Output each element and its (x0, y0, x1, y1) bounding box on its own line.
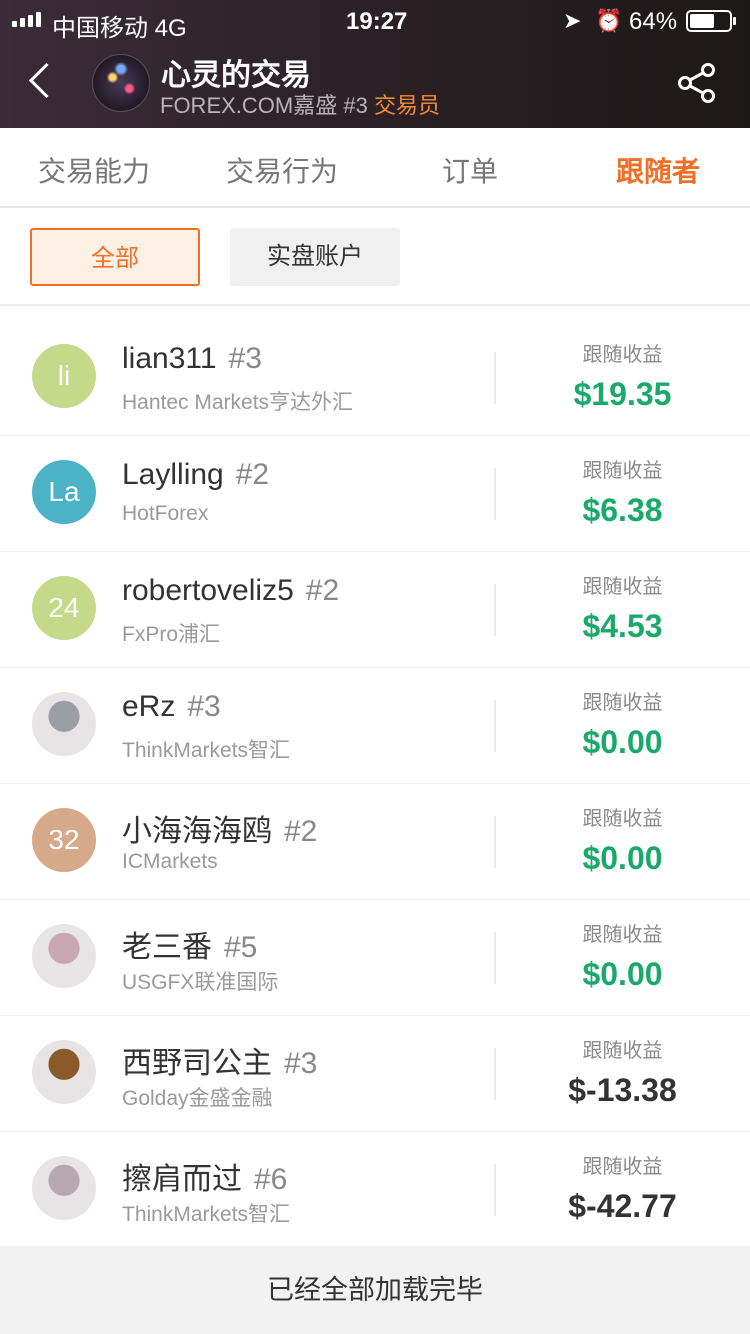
trader-rank: #3 (343, 93, 368, 118)
divider (494, 352, 496, 404)
follower-name: 小海海海鸥 (122, 815, 272, 848)
follower-name-line: 老三番 #5 (122, 922, 257, 966)
load-complete-footer: 已经全部加载完毕 (0, 1246, 750, 1334)
filter-bar: 全部 实盘账户 (0, 208, 750, 306)
follower-rank: #3 (187, 690, 221, 723)
trader-avatar[interactable] (92, 54, 150, 112)
follower-broker: FxPro浦汇 (122, 623, 221, 646)
tab-followers[interactable]: 跟随者 (616, 150, 700, 190)
follower-broker: HotForex (122, 502, 209, 525)
follower-name: 西野司公主 (122, 1047, 272, 1080)
follower-broker: Golday金盛金融 (122, 1087, 273, 1110)
tab-orders[interactable]: 订单 (442, 150, 498, 190)
earnings-value: $-42.77 (568, 1188, 677, 1224)
divider (494, 1048, 496, 1100)
filter-real-account-button[interactable]: 实盘账户 (230, 228, 400, 286)
earnings-value: $6.38 (582, 492, 663, 528)
list-item[interactable]: 西野司公主 #3 Golday金盛金融 跟随收益 $-13.38 (0, 1016, 750, 1132)
tab-trading-behavior[interactable]: 交易行为 (226, 150, 338, 190)
divider (494, 932, 496, 984)
filter-all-button[interactable]: 全部 (30, 228, 200, 286)
earnings-value: $0.00 (582, 840, 663, 876)
tab-trading-ability[interactable]: 交易能力 (38, 150, 150, 190)
status-time: 19:27 (346, 8, 408, 35)
earnings-label: 跟随收益 (582, 808, 663, 830)
earnings-value: $-13.38 (568, 1072, 677, 1108)
list-item[interactable]: La Laylling #2 HotForex 跟随收益 $6.38 (0, 436, 750, 552)
earnings-label: 跟随收益 (582, 1156, 663, 1178)
follower-name-line: eRz #3 (122, 690, 221, 724)
follower-list: li lian311 #3 Hantec Markets亨达外汇 跟随收益 $19.35 L… (0, 320, 750, 1248)
list-item[interactable]: eRz #3 ThinkMarkets智汇 跟随收益 $0.00 (0, 668, 750, 784)
share-icon[interactable] (676, 62, 718, 104)
tab-bar: 交易能力 交易行为 订单 跟随者 (0, 128, 750, 208)
follower-rank: #3 (284, 1047, 318, 1080)
alarm-clock-icon: ⏰ (595, 8, 623, 33)
follower-name: lian311 (122, 342, 217, 375)
list-item[interactable]: 老三番 #5 USGFX联准国际 跟随收益 $0.00 (0, 900, 750, 1016)
list-item[interactable]: 32 小海海海鸥 #2 ICMarkets 跟随收益 $0.00 (0, 784, 750, 900)
earnings-label: 跟随收益 (582, 460, 663, 482)
avatar[interactable]: 32 (32, 808, 96, 872)
app-header: 中国移动 4G 19:27 ➤ ⏰ 64% 心灵的交易 FOREX.COM嘉盛 … (0, 0, 750, 128)
follower-rank: #6 (254, 1163, 288, 1196)
follower-name: 擦肩而过 (122, 1163, 242, 1196)
follower-broker: Hantec Markets亨达外汇 (122, 391, 354, 414)
avatar[interactable] (32, 1040, 96, 1104)
list-item[interactable]: 擦肩而过 #6 ThinkMarkets智汇 跟随收益 $-42.77 (0, 1132, 750, 1248)
follower-broker: USGFX联准国际 (122, 971, 279, 994)
follower-rank: #3 (228, 342, 262, 375)
avatar[interactable]: 24 (32, 576, 96, 640)
divider (494, 700, 496, 752)
earnings-label: 跟随收益 (582, 344, 663, 366)
follower-name-line: 擦肩而过 #6 (122, 1154, 287, 1198)
follower-name: Laylling (122, 458, 224, 491)
divider (494, 584, 496, 636)
battery-percent: 64% (629, 8, 678, 35)
carrier-label: 中国移动 4G (52, 15, 187, 42)
divider (494, 468, 496, 520)
follower-name-line: robertoveliz5 #2 (122, 574, 339, 608)
follower-name: eRz (122, 690, 176, 723)
divider (494, 1164, 496, 1216)
list-item[interactable]: li lian311 #3 Hantec Markets亨达外汇 跟随收益 $19.35 (0, 320, 750, 436)
trader-subtitle: FOREX.COM嘉盛 #3 交易员 (160, 88, 440, 120)
earnings-value: $0.00 (582, 724, 663, 760)
follower-name-line: lian311 #3 (122, 342, 262, 376)
follower-rank: #2 (305, 574, 340, 607)
battery-icon (686, 10, 736, 32)
follower-rank: #2 (235, 458, 270, 491)
avatar[interactable] (32, 924, 96, 988)
avatar[interactable]: La (32, 460, 96, 524)
earnings-label: 跟随收益 (582, 576, 663, 598)
status-bar: 中国移动 4G 19:27 ➤ ⏰ 64% (0, 0, 750, 42)
follower-rank: #5 (224, 931, 258, 964)
earnings-label: 跟随收益 (582, 924, 663, 946)
follower-broker: ThinkMarkets智汇 (122, 739, 291, 762)
avatar[interactable] (32, 692, 96, 756)
follower-broker: ThinkMarkets智汇 (122, 1203, 291, 1226)
follower-name-line: 西野司公主 #3 (122, 1038, 317, 1082)
earnings-value: $0.00 (582, 956, 663, 992)
trader-broker: FOREX.COM嘉盛 (160, 93, 338, 118)
avatar[interactable] (32, 1156, 96, 1220)
avatar[interactable]: li (32, 344, 96, 408)
earnings-label: 跟随收益 (582, 1040, 663, 1062)
follower-name: 老三番 (122, 931, 212, 964)
signal-icon (12, 12, 41, 27)
follower-name-line: 小海海海鸥 #2 (122, 806, 317, 850)
earnings-label: 跟随收益 (582, 692, 663, 714)
follower-rank: #2 (284, 815, 318, 848)
location-arrow-icon: ➤ (563, 8, 582, 33)
back-chevron-icon[interactable] (26, 62, 60, 102)
divider (494, 816, 496, 868)
list-item[interactable]: 24 robertoveliz5 #2 FxPro浦汇 跟随收益 $4.53 (0, 552, 750, 668)
earnings-value: $4.53 (582, 608, 663, 644)
follower-broker: ICMarkets (122, 850, 218, 873)
earnings-value: $19.35 (573, 376, 672, 412)
trader-role: 交易员 (373, 93, 440, 118)
follower-name: robertoveliz5 (122, 574, 294, 607)
follower-name-line: Laylling #2 (122, 458, 269, 492)
